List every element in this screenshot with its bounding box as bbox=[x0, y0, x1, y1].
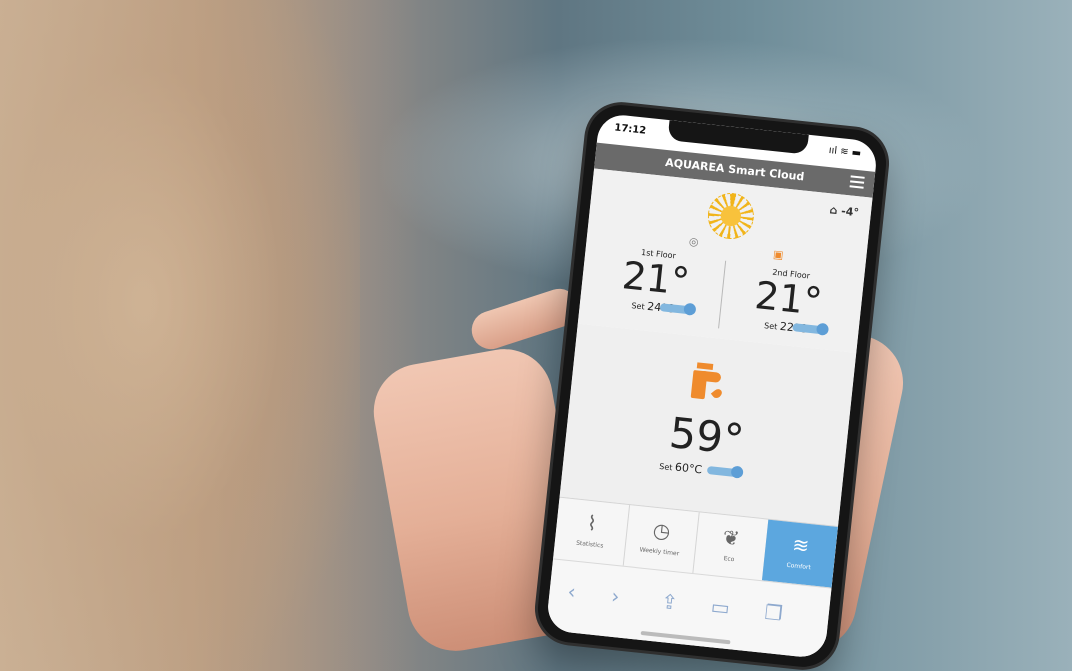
phone-screen: 17:12 ııl ≋ ▬ AQUAREA Smart Cloud ⌂ -4° … bbox=[545, 112, 879, 660]
sun-mode-icon bbox=[705, 190, 757, 242]
water-setpoint: Set 60°C bbox=[658, 459, 742, 478]
heating-zones-panel: ⌂ -4° ◎ ▣ 1st Floor 21° Set 24°C 2nd Flo… bbox=[577, 168, 873, 353]
back-icon[interactable]: ‹ bbox=[567, 579, 577, 604]
water-panel: 59° Set 60°C bbox=[559, 323, 857, 526]
menu-icon[interactable] bbox=[849, 175, 865, 189]
outdoor-temperature: ⌂ -4° bbox=[829, 203, 860, 219]
zone-2[interactable]: 2nd Floor 21° Set 22°C bbox=[730, 264, 846, 342]
folder-icon[interactable]: ▭ bbox=[710, 594, 731, 620]
zone-1-set-label: Set bbox=[631, 301, 646, 312]
water-slider[interactable] bbox=[706, 465, 742, 478]
nav-comfort[interactable]: ≋ Comfort bbox=[761, 519, 838, 589]
blurred-left-background bbox=[0, 0, 420, 671]
heater-icon: ▣ bbox=[772, 247, 785, 262]
tabs-icon[interactable]: ❐ bbox=[763, 600, 783, 626]
operation-mode-icon: ◎ bbox=[688, 234, 700, 249]
zone-1[interactable]: 1st Floor 21° Set 24°C bbox=[597, 244, 713, 322]
tap-water-icon bbox=[690, 362, 724, 407]
share-icon[interactable]: ⇪ bbox=[660, 589, 679, 615]
nav-eco[interactable]: ❦ Eco bbox=[692, 512, 770, 582]
water-temperature: 59° bbox=[667, 407, 747, 465]
forward-icon[interactable]: › bbox=[610, 584, 620, 609]
zone-2-set-label: Set bbox=[763, 321, 778, 332]
zones-divider bbox=[718, 260, 727, 329]
nav-statistics[interactable]: ⌇ Statistics bbox=[553, 497, 631, 567]
water-set-value: 60°C bbox=[674, 460, 703, 477]
smartphone: 17:12 ııl ≋ ▬ AQUAREA Smart Cloud ⌂ -4° … bbox=[534, 101, 890, 671]
nav-weekly-timer[interactable]: ◷ Weekly timer bbox=[622, 504, 700, 575]
water-set-label: Set bbox=[658, 461, 673, 473]
house-thermometer-icon: ⌂ bbox=[828, 203, 839, 218]
status-time: 17:12 bbox=[613, 122, 647, 137]
outdoor-temp-value: -4° bbox=[840, 204, 860, 220]
status-icons: ııl ≋ ▬ bbox=[828, 144, 862, 160]
